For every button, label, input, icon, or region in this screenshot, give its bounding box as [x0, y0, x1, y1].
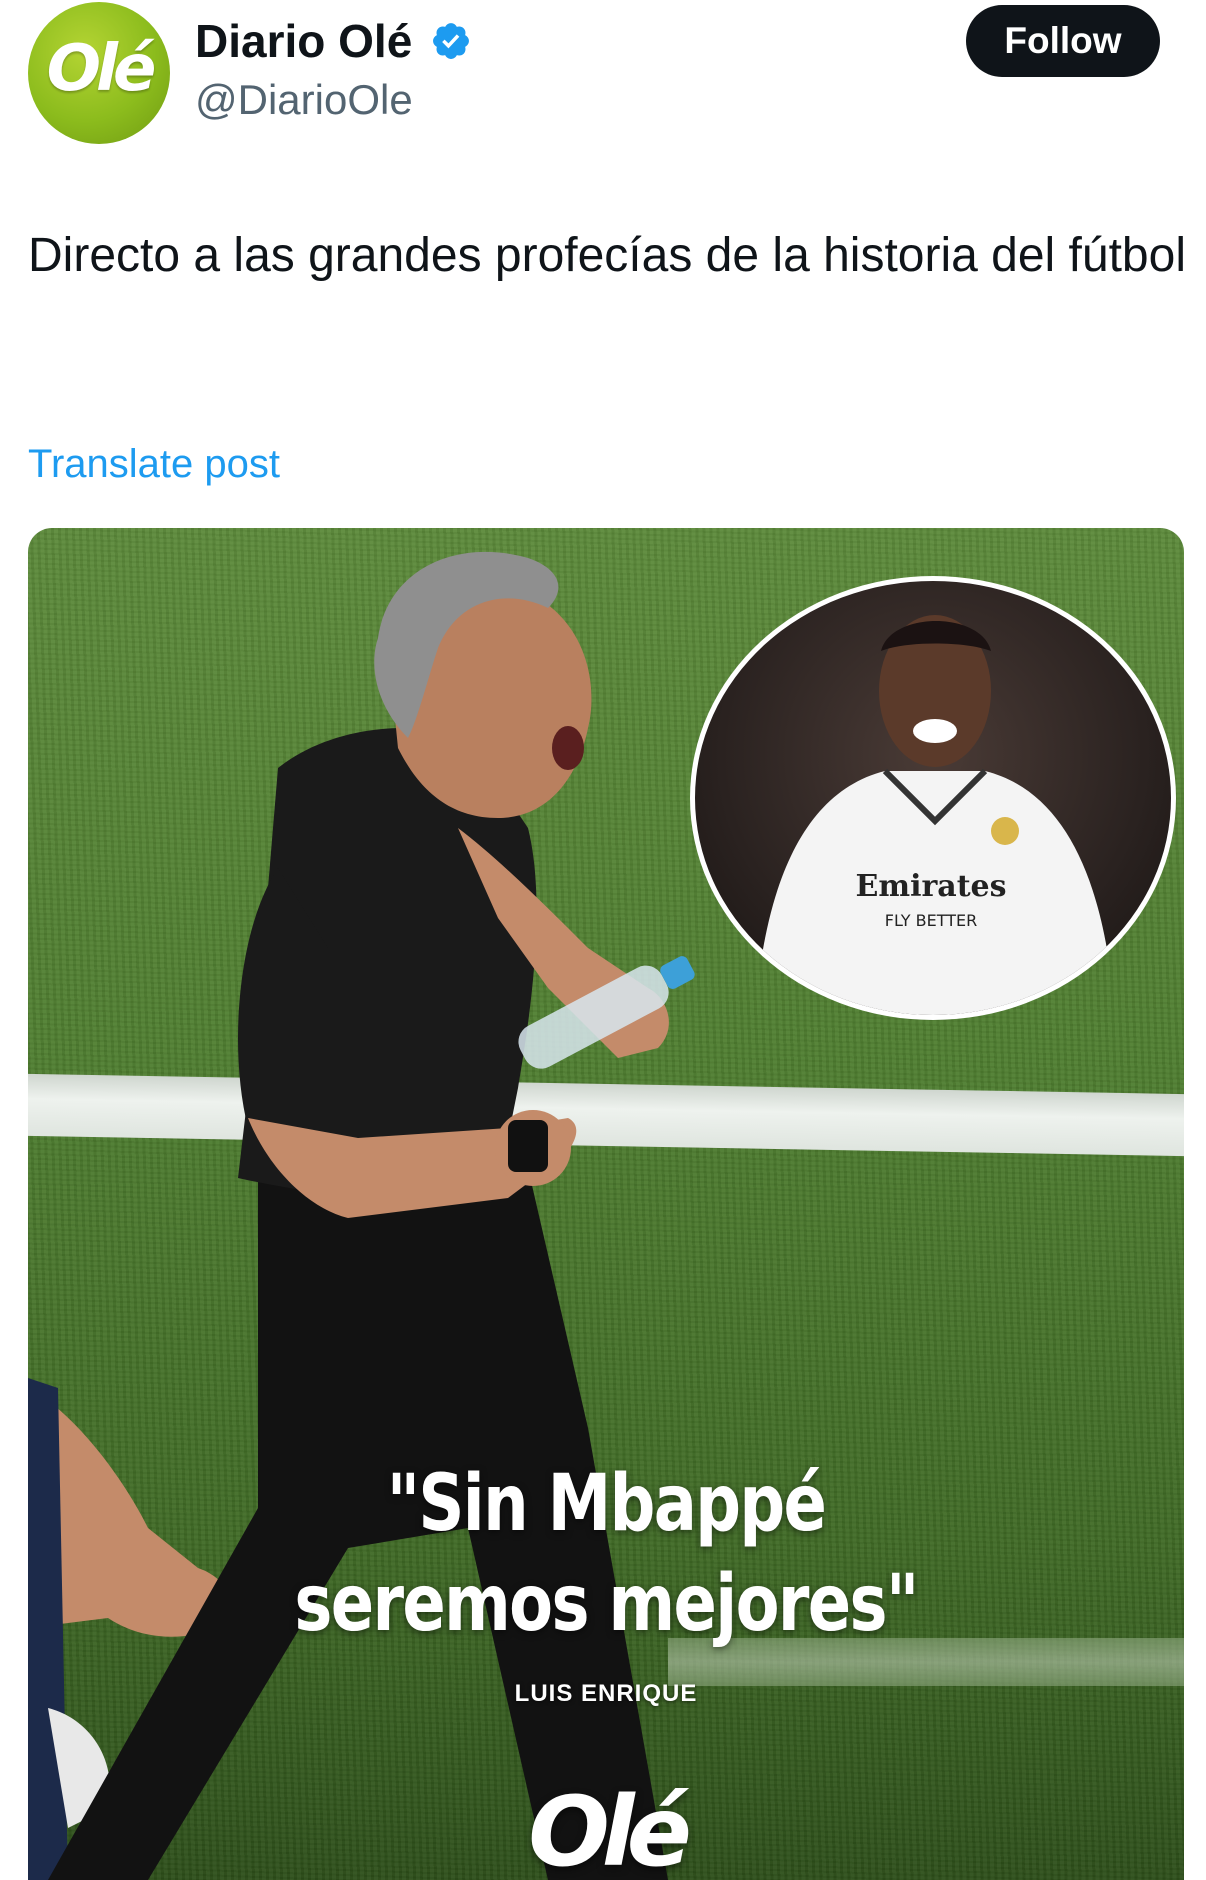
sponsor-text: Emirates	[855, 869, 1006, 904]
avatar[interactable]: Olé	[28, 2, 170, 144]
quote-line-1: "Sin Mbappé	[386, 1459, 827, 1549]
post-text: Directo a las grandes profecías de la hi…	[28, 229, 1186, 282]
quote-text: "Sin Mbappé seremos mejores"	[132, 1454, 1080, 1654]
display-name[interactable]: Diario Olé	[195, 14, 412, 68]
quote-author: LUIS ENRIQUE	[514, 1680, 698, 1707]
quote-line-2: seremos mejores"	[294, 1559, 919, 1649]
mbappe-inset: Emirates FLY BETTER	[690, 576, 1176, 1020]
ole-logo: Olé	[528, 1776, 692, 1880]
translate-post-link[interactable]: Translate post	[28, 442, 280, 487]
post-image[interactable]: Emirates FLY BETTER "Sin Mbappé seremos …	[28, 528, 1184, 1880]
sponsor-subtext: FLY BETTER	[885, 911, 977, 930]
player-figure: Emirates FLY BETTER	[755, 615, 1115, 1015]
avatar-logo-text: Olé	[46, 32, 157, 106]
post-header: Olé Diario Olé @DiarioOle Follow	[0, 0, 1206, 160]
user-handle[interactable]: @DiarioOle	[195, 76, 413, 124]
follow-button[interactable]: Follow	[966, 5, 1160, 77]
verified-badge-icon	[433, 23, 469, 59]
